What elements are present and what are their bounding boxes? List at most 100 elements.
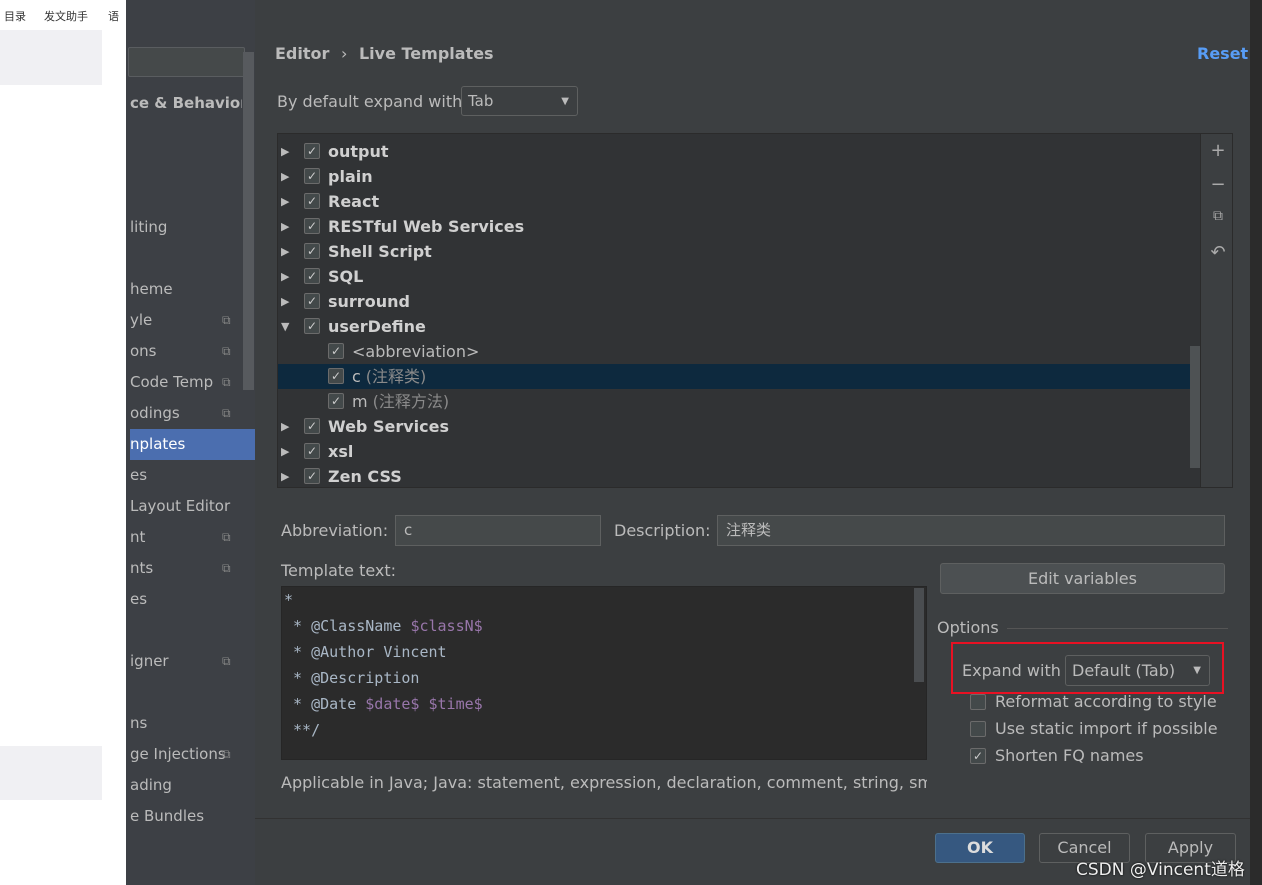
sidebar-item-label: heme — [130, 280, 173, 298]
sidebar-scrollbar[interactable] — [243, 52, 254, 390]
sidebar-item[interactable]: Layout Editor — [130, 491, 242, 522]
expand-with-label: Expand with — [962, 661, 1061, 680]
enable-checkbox[interactable]: ✓ — [304, 418, 320, 434]
options-divider — [1007, 628, 1228, 629]
template-group-row[interactable]: ▶ ✓ surround — [278, 289, 1200, 314]
code-text: * @Author Vincent — [284, 643, 447, 661]
template-text-editor[interactable]: * * @ClassName $classN$ * @Author Vincen… — [281, 586, 927, 760]
edit-variables-button[interactable]: Edit variables — [940, 563, 1225, 594]
default-expand-label: By default expand with — [277, 92, 463, 111]
expand-arrow-icon[interactable]: ▶ — [281, 164, 289, 189]
enable-checkbox[interactable]: ✓ — [304, 168, 320, 184]
enable-checkbox[interactable]: ✓ — [304, 193, 320, 209]
template-group-row[interactable]: ▶ ✓ RESTful Web Services — [278, 214, 1200, 239]
copy-icon[interactable]: ⧉ — [1210, 208, 1226, 224]
templates-tree: ▶ ✓ output ▶ ✓ plain ▶ ✓ React ▶ ✓ RESTful Web Serv… — [277, 133, 1201, 488]
breadcrumb-editor[interactable]: Editor — [275, 44, 329, 63]
checkbox[interactable]: ✓ — [970, 747, 986, 764]
expand-arrow-icon[interactable]: ▶ — [281, 464, 289, 487]
template-group-row[interactable]: ▶ ✓ Zen CSS — [278, 464, 1200, 487]
template-scrollbar[interactable] — [914, 588, 924, 682]
expand-arrow-icon[interactable]: ▶ — [281, 214, 289, 239]
toolbar-item-grammar[interactable]: 语 — [108, 8, 119, 24]
expand-arrow-icon[interactable]: ▶ — [281, 289, 289, 314]
ok-button[interactable]: OK — [935, 833, 1025, 863]
option-checkbox[interactable]: ✓ Shorten FQ names — [970, 746, 1144, 765]
expand-arrow-icon[interactable]: ▶ — [281, 439, 289, 464]
sidebar-item-label: nplates — [130, 435, 186, 453]
checkbox[interactable] — [970, 720, 986, 737]
enable-checkbox[interactable]: ✓ — [304, 318, 320, 334]
reset-link[interactable]: Reset — [1197, 44, 1248, 63]
enable-checkbox[interactable]: ✓ — [304, 218, 320, 234]
chevron-down-icon: ▼ — [561, 95, 569, 107]
template-row[interactable]: ✓ m (注释方法) — [278, 389, 1200, 414]
enable-checkbox[interactable]: ✓ — [328, 393, 344, 409]
enable-checkbox[interactable]: ✓ — [304, 443, 320, 459]
template-row[interactable]: ✓ <abbreviation> — [278, 339, 1200, 364]
abbreviation-input[interactable]: c — [395, 515, 601, 546]
template-group-row[interactable]: ▶ ✓ React — [278, 189, 1200, 214]
checkbox[interactable] — [970, 693, 986, 710]
code-text: * — [284, 591, 294, 609]
code-line: * @ClassName $classN$ — [284, 617, 483, 635]
sidebar-item[interactable]: heme — [130, 274, 242, 305]
template-variable: $date$ — [365, 695, 420, 713]
template-group-row[interactable]: ▶ ✓ output — [278, 139, 1200, 164]
sidebar-item-label: es — [130, 590, 148, 608]
enable-checkbox[interactable]: ✓ — [304, 143, 320, 159]
template-label: RESTful Web Services — [328, 214, 524, 239]
enable-checkbox[interactable]: ✓ — [304, 268, 320, 284]
template-group-row[interactable]: ▶ ✓ Web Services — [278, 414, 1200, 439]
expand-arrow-icon[interactable]: ▶ — [281, 189, 289, 214]
template-group-row[interactable]: ▼ ✓ userDefine — [278, 314, 1200, 339]
expand-arrow-icon[interactable]: ▶ — [281, 414, 289, 439]
sidebar-item[interactable]: ce & Behavior — [130, 88, 242, 119]
enable-checkbox[interactable]: ✓ — [328, 368, 344, 384]
collapse-arrow-icon[interactable]: ▼ — [281, 314, 289, 339]
template-label: output — [328, 139, 389, 164]
sidebar-item[interactable]: ading — [130, 770, 242, 801]
settings-search-input[interactable] — [128, 47, 245, 77]
plus-icon[interactable]: + — [1210, 140, 1226, 161]
enable-checkbox[interactable]: ✓ — [328, 343, 344, 359]
template-group-row[interactable]: ▶ ✓ xsl — [278, 439, 1200, 464]
sidebar-item[interactable]: liting — [130, 212, 242, 243]
project-copy-icon: ⧉ — [222, 375, 231, 389]
sidebar-item[interactable]: es — [130, 584, 242, 615]
code-line: * @Author Vincent — [284, 643, 447, 661]
enable-checkbox[interactable]: ✓ — [304, 468, 320, 484]
template-name: Zen CSS — [328, 467, 402, 486]
minus-icon[interactable]: − — [1210, 174, 1226, 195]
toolbar-item-assistant[interactable]: 发文助手 — [44, 8, 88, 24]
expand-arrow-icon[interactable]: ▶ — [281, 239, 289, 264]
expand-arrow-icon[interactable]: ▶ — [281, 264, 289, 289]
expand-arrow-icon[interactable]: ▶ — [281, 139, 289, 164]
template-label: c (注释类) — [352, 364, 426, 389]
sidebar-item[interactable]: e Bundles — [130, 801, 242, 832]
sidebar-item[interactable]: ns — [130, 708, 242, 739]
expand-with-select[interactable]: Default (Tab) ▼ — [1065, 655, 1210, 686]
sidebar-item-label: ons — [130, 342, 157, 360]
template-name: Web Services — [328, 417, 449, 436]
template-group-row[interactable]: ▶ ✓ Shell Script — [278, 239, 1200, 264]
applicable-contexts-link[interactable]: Applicable in Java; Java: statement, exp… — [281, 773, 927, 792]
description-input[interactable]: 注释类 — [717, 515, 1225, 546]
option-checkbox[interactable]: Reformat according to style — [970, 692, 1217, 711]
enable-checkbox[interactable]: ✓ — [304, 243, 320, 259]
template-row[interactable]: ✓ c (注释类) — [278, 364, 1200, 389]
sidebar-item[interactable]: nplates — [130, 429, 255, 460]
sidebar-item-label: nts — [130, 559, 154, 577]
option-checkbox[interactable]: Use static import if possible — [970, 719, 1218, 738]
template-label: userDefine — [328, 314, 426, 339]
sidebar-item[interactable]: es — [130, 460, 242, 491]
enable-checkbox[interactable]: ✓ — [304, 293, 320, 309]
template-description: (注释方法) — [372, 392, 450, 411]
default-expand-select[interactable]: Tab ▼ — [461, 86, 578, 116]
tree-scrollbar[interactable] — [1190, 346, 1200, 468]
template-group-row[interactable]: ▶ ✓ SQL — [278, 264, 1200, 289]
revert-icon[interactable]: ↶ — [1210, 242, 1226, 263]
code-line: **/ — [284, 721, 320, 739]
toolbar-item-toc[interactable]: 目录 — [4, 8, 26, 24]
template-group-row[interactable]: ▶ ✓ plain — [278, 164, 1200, 189]
